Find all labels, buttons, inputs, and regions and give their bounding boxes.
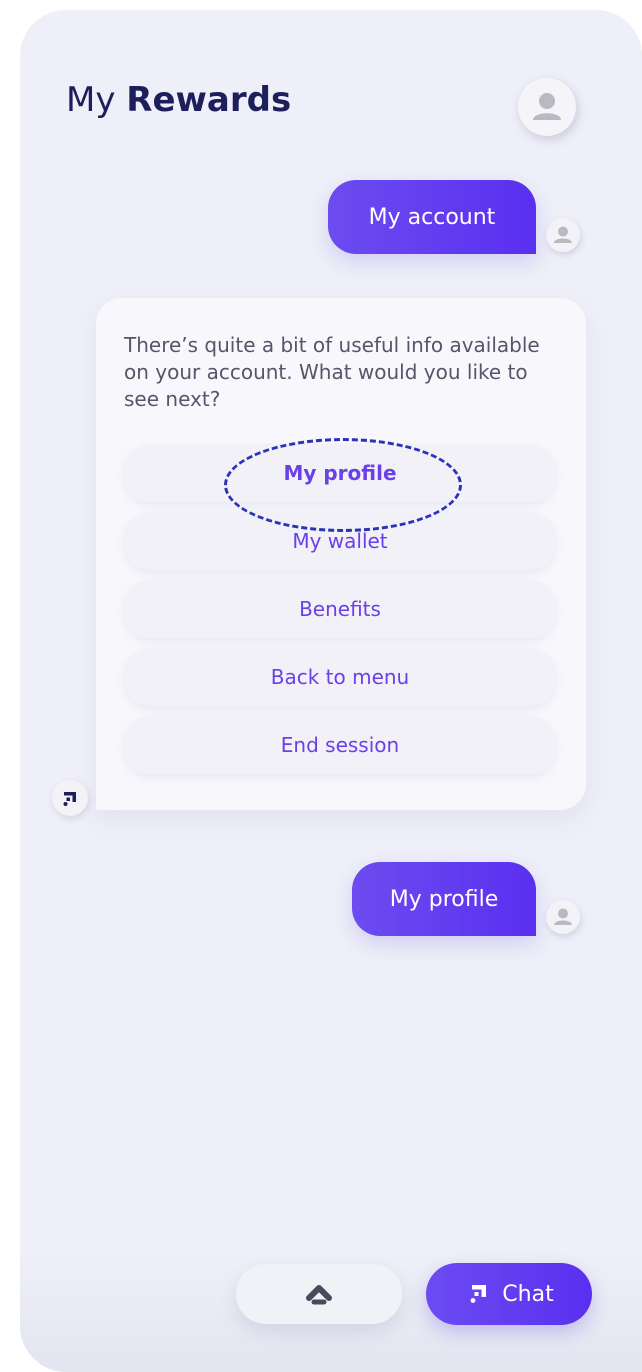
scroll-up-button[interactable] [236,1264,402,1324]
chat-button-label: Chat [502,1281,554,1307]
bot-message-card: There’s quite a bit of useful info avail… [96,298,586,810]
option-my-wallet[interactable]: My wallet [124,512,556,570]
profile-avatar-button[interactable] [518,78,576,136]
bot-avatar [52,780,88,816]
user-message-bubble: My account [328,180,536,254]
user-avatar [546,900,580,934]
person-icon [533,93,561,120]
user-avatar [546,218,580,252]
option-benefits[interactable]: Benefits [124,580,556,638]
option-back-to-menu[interactable]: Back to menu [124,648,556,706]
chat-button[interactable]: Chat [426,1263,592,1325]
page-title: My Rewards [66,80,291,120]
user-message-bubble: My profile [352,862,536,936]
option-my-profile[interactable]: My profile [124,444,556,502]
person-icon [554,908,572,925]
bot-message-text: There’s quite a bit of useful info avail… [124,333,540,411]
chat-logo-icon [470,1285,487,1303]
title-rewards: Rewards [126,80,292,120]
chevron-up-icon [306,1285,332,1305]
bot-logo-icon [63,792,76,806]
option-end-session[interactable]: End session [124,716,556,774]
person-icon [554,226,572,243]
title-my: My [66,80,116,120]
